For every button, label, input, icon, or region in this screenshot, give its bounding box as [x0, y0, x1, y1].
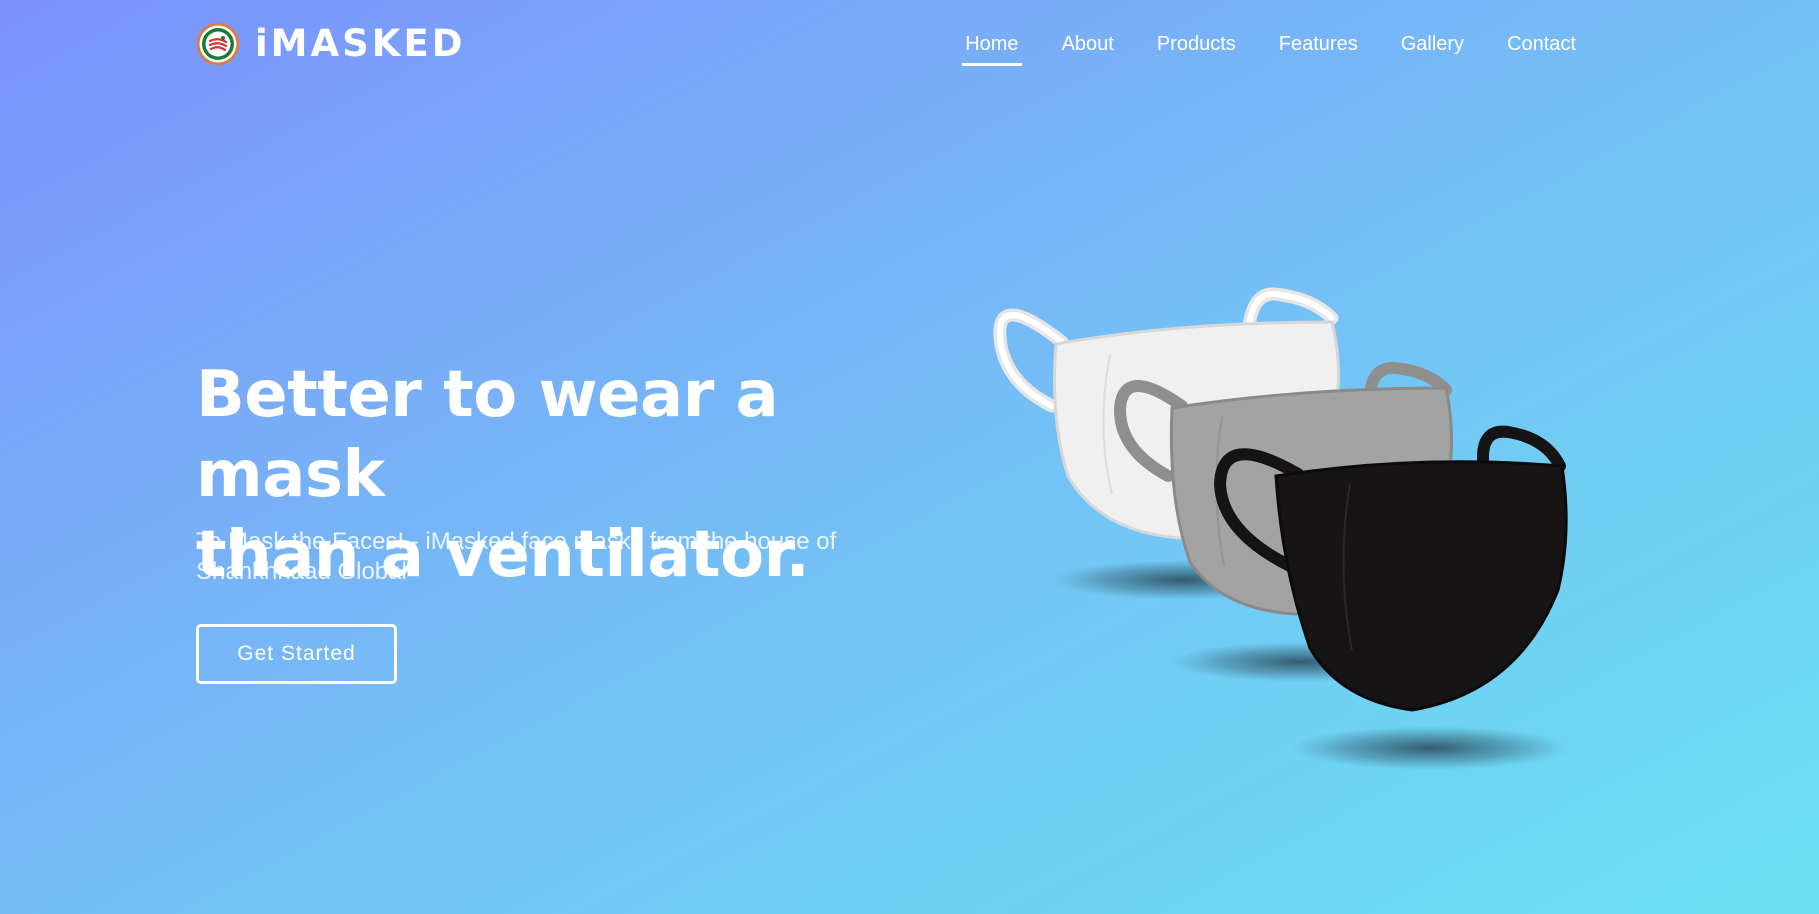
nav-item-contact[interactable]: Contact — [1504, 32, 1579, 56]
nav-item-home[interactable]: Home — [962, 32, 1022, 66]
black-mask-shadow — [1290, 726, 1570, 770]
hero-title-line-1: Better to wear a mask — [196, 358, 779, 512]
brand-logo-link[interactable]: iMASKED — [196, 22, 465, 66]
nav-item-gallery[interactable]: Gallery — [1398, 32, 1467, 56]
site-header: iMASKED Home About Products Features Gal… — [196, 18, 1579, 74]
get-started-button[interactable]: Get Started — [196, 624, 397, 684]
shankhnaad-badge-icon — [197, 23, 239, 65]
hero-masks-image — [993, 287, 1570, 770]
nav-item-about[interactable]: About — [1059, 32, 1117, 56]
main-nav: Home About Products Features Gallery Con… — [925, 32, 1579, 66]
brand-name: iMASKED — [255, 22, 466, 65]
hero-subtitle: To Mask the Faces! - iMasked face masks … — [196, 528, 837, 585]
nav-item-products[interactable]: Products — [1154, 32, 1239, 56]
nav-item-features[interactable]: Features — [1276, 32, 1361, 56]
